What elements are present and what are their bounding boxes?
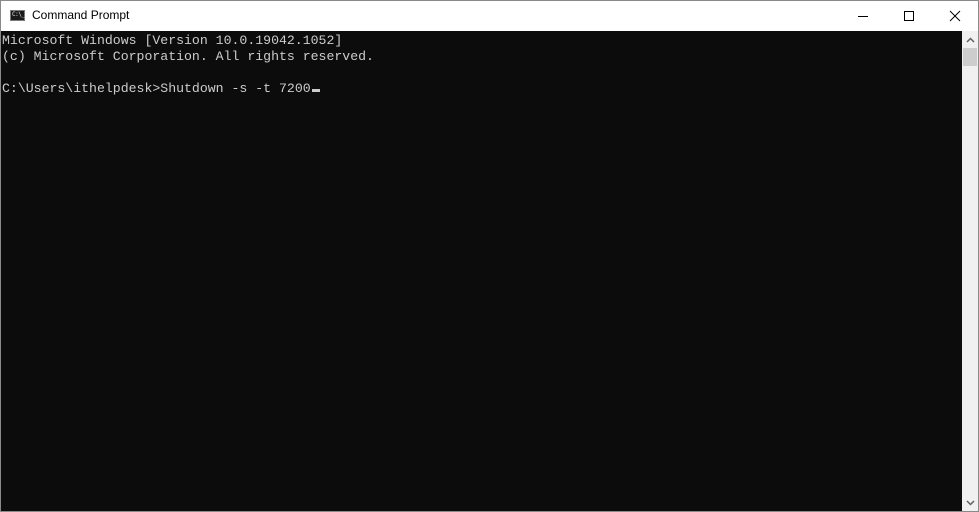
console-output[interactable]: Microsoft Windows [Version 10.0.19042.10… — [1, 31, 962, 511]
cmd-icon-glyph: C:\_ — [12, 11, 25, 18]
console-line-version: Microsoft Windows [Version 10.0.19042.10… — [2, 33, 343, 48]
maximize-icon — [904, 11, 914, 21]
scroll-thumb[interactable] — [963, 48, 977, 66]
console-line-copyright: (c) Microsoft Corporation. All rights re… — [2, 49, 374, 64]
scroll-down-button[interactable] — [962, 494, 978, 511]
cmd-icon: C:\_ — [10, 10, 25, 21]
close-button[interactable] — [932, 1, 978, 31]
minimize-button[interactable] — [840, 1, 886, 31]
maximize-button[interactable] — [886, 1, 932, 31]
scroll-up-button[interactable] — [962, 31, 978, 48]
chevron-up-icon — [965, 36, 975, 43]
chevron-down-icon — [965, 499, 975, 506]
minimize-icon — [858, 16, 868, 17]
title-bar[interactable]: C:\_ Command Prompt — [1, 1, 978, 31]
vertical-scrollbar[interactable] — [962, 31, 978, 511]
command-prompt-window: C:\_ Command Prompt Microsoft Windows [V… — [0, 0, 979, 512]
close-icon — [949, 10, 961, 22]
command-input[interactable]: Shutdown -s -t 7200 — [160, 81, 310, 96]
command-line[interactable]: C:\Users\ithelpdesk>Shutdown -s -t 7200 — [2, 81, 320, 97]
prompt: C:\Users\ithelpdesk> — [2, 81, 161, 96]
window-title: Command Prompt — [32, 8, 130, 22]
text-cursor — [311, 89, 320, 92]
